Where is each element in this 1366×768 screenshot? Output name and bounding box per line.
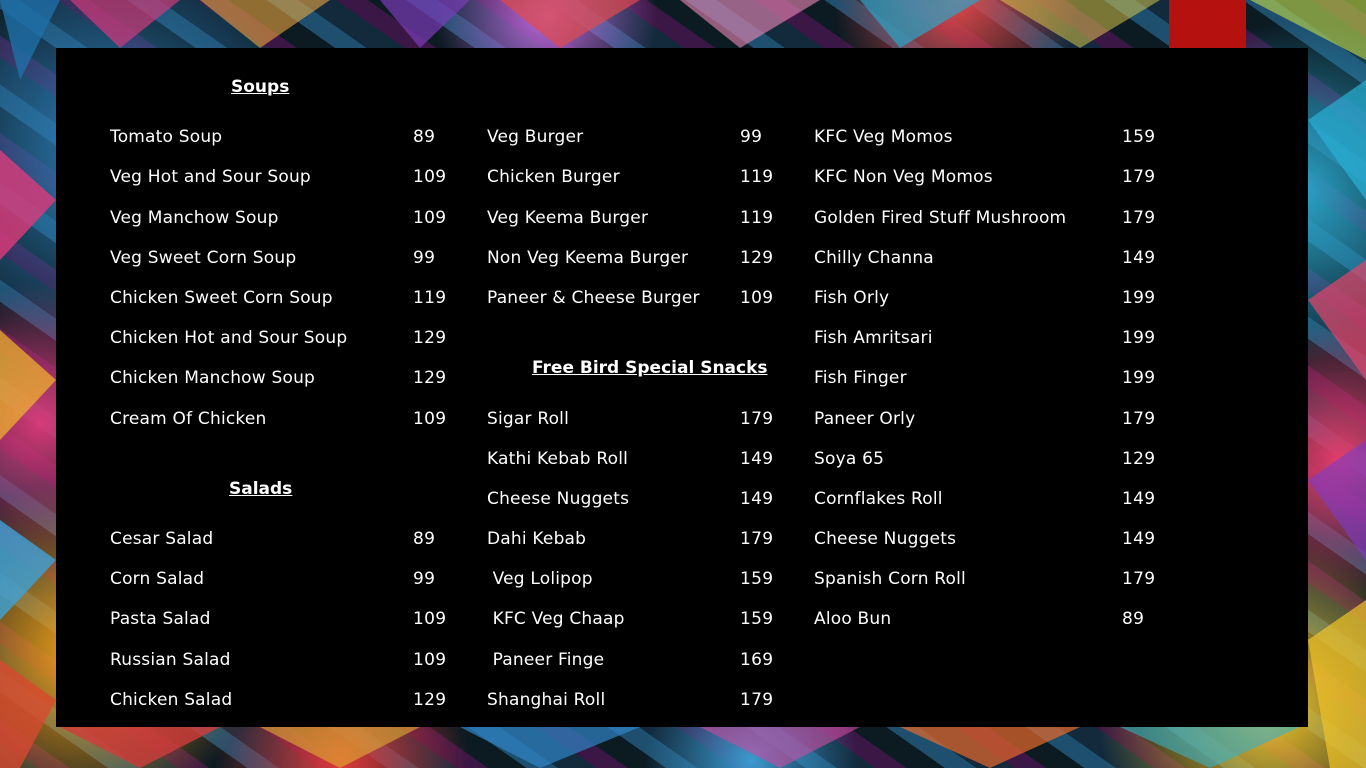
item-price: 179 (1122, 569, 1156, 589)
item-name: Chicken Hot and Sour Soup (110, 328, 348, 348)
item-name: Chicken Salad (110, 690, 233, 710)
item-price: 149 (1122, 529, 1156, 549)
item-price: 199 (1122, 368, 1156, 388)
item-name: Veg Sweet Corn Soup (110, 248, 297, 268)
item-price: 159 (740, 569, 774, 589)
item-name: Veg Burger (487, 127, 584, 147)
item-price: 99 (740, 127, 763, 147)
item-name: KFC Non Veg Momos (814, 167, 993, 187)
item-price: 89 (1122, 609, 1145, 629)
item-name: Tomato Soup (110, 127, 223, 147)
item-name: KFC Veg Momos (814, 127, 953, 147)
item-price: 109 (413, 650, 447, 670)
item-price: 109 (413, 609, 447, 629)
item-price: 109 (413, 409, 447, 429)
item-name: Russian Salad (110, 650, 231, 670)
item-price: 149 (1122, 489, 1156, 509)
item-price: 129 (740, 248, 774, 268)
item-price: 179 (740, 529, 774, 549)
section-heading-special-snacks: Free Bird Special Snacks (532, 358, 768, 378)
item-name: Fish Amritsari (814, 328, 933, 348)
item-name: Cesar Salad (110, 529, 214, 549)
item-name: Cream Of Chicken (110, 409, 267, 429)
item-price: 89 (413, 529, 436, 549)
item-price: 119 (413, 288, 447, 308)
item-name: Corn Salad (110, 569, 205, 589)
item-price: 179 (740, 690, 774, 710)
item-price: 109 (740, 288, 774, 308)
item-price: 199 (1122, 288, 1156, 308)
item-price: 129 (413, 690, 447, 710)
item-price: 159 (740, 609, 774, 629)
item-price: 179 (1122, 208, 1156, 228)
item-price: 119 (740, 167, 774, 187)
item-name: Veg Keema Burger (487, 208, 649, 228)
item-name: Kathi Kebab Roll (487, 449, 629, 469)
item-name: Dahi Kebab (487, 529, 587, 549)
menu-panel: Soups Tomato Soup 89 Veg Hot and Sour So… (56, 48, 1308, 727)
item-name: Shanghai Roll (487, 690, 606, 710)
item-name: Fish Finger (814, 368, 907, 388)
item-name: Non Veg Keema Burger (487, 248, 689, 268)
item-price: 89 (413, 127, 436, 147)
item-name: Veg Hot and Sour Soup (110, 167, 311, 187)
item-price: 199 (1122, 328, 1156, 348)
item-price: 129 (413, 328, 447, 348)
item-name: Paneer Finge (487, 650, 605, 670)
item-name: Cheese Nuggets (487, 489, 630, 509)
item-name: Chilly Channa (814, 248, 934, 268)
item-price: 99 (413, 569, 436, 589)
section-heading-soups: Soups (231, 77, 290, 97)
item-price: 149 (1122, 248, 1156, 268)
item-name: Spanish Corn Roll (814, 569, 966, 589)
item-name: Sigar Roll (487, 409, 570, 429)
item-name: Aloo Bun (814, 609, 892, 629)
item-name: Chicken Manchow Soup (110, 368, 316, 388)
item-name: Cheese Nuggets (814, 529, 957, 549)
item-name: Paneer Orly (814, 409, 916, 429)
item-price: 129 (1122, 449, 1156, 469)
item-name: Veg Manchow Soup (110, 208, 279, 228)
item-price: 159 (1122, 127, 1156, 147)
item-price: 179 (1122, 409, 1156, 429)
red-accent-block (1169, 0, 1246, 48)
section-heading-salads: Salads (229, 479, 293, 499)
item-name: Golden Fired Stuff Mushroom (814, 208, 1067, 228)
item-price: 179 (1122, 167, 1156, 187)
item-price: 169 (740, 650, 774, 670)
item-name: Pasta Salad (110, 609, 211, 629)
item-name: Chicken Burger (487, 167, 620, 187)
item-name: KFC Veg Chaap (487, 609, 625, 629)
item-price: 149 (740, 449, 774, 469)
item-price: 149 (740, 489, 774, 509)
item-price: 179 (740, 409, 774, 429)
item-name: Soya 65 (814, 449, 885, 469)
item-price: 109 (413, 208, 447, 228)
item-name: Fish Orly (814, 288, 890, 308)
item-price: 99 (413, 248, 436, 268)
item-price: 119 (740, 208, 774, 228)
item-name: Veg Lolipop (487, 569, 593, 589)
item-name: Cornflakes Roll (814, 489, 943, 509)
item-name: Paneer & Cheese Burger (487, 288, 700, 308)
item-price: 129 (413, 368, 447, 388)
item-name: Chicken Sweet Corn Soup (110, 288, 333, 308)
item-price: 109 (413, 167, 447, 187)
